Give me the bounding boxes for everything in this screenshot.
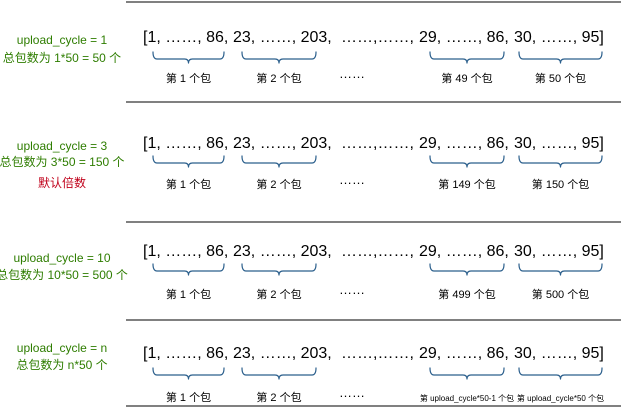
array-segment-2: 23, ……, 203, — [233, 345, 332, 362]
count-label: 总包数为 3*50 = 150 个 — [0, 154, 125, 169]
packet-label-4: 第 50 个包 — [535, 71, 586, 85]
array-segment-1: [1, ……, 86, — [143, 345, 228, 362]
packet-label-4: 第 150 个包 — [532, 177, 589, 191]
packet-label-3: 第 upload_cycle*50-1 个包 — [420, 393, 514, 403]
packet-label-2: 第 2 个包 — [256, 177, 301, 191]
packet-label-3: 第 499 个包 — [438, 287, 495, 301]
count-label: 总包数为 n*50 个 — [16, 357, 107, 372]
packet-brace-3 — [429, 263, 505, 276]
array-segment-3: ……,……, — [341, 345, 414, 362]
array-segment-3: ……,……, — [341, 135, 414, 152]
packet-brace-1 — [152, 51, 225, 64]
section-1: upload_cycle = 1 总包数为 1*50 = 50 个 [1, ……, … — [3, 29, 604, 85]
packet-label-1: 第 1 个包 — [166, 287, 211, 301]
packet-brace-4 — [518, 263, 603, 276]
array-segment-5: 30, ……, 95] — [514, 29, 604, 46]
packet-brace-2 — [241, 367, 317, 380]
packet-label-2: 第 2 个包 — [256, 287, 301, 301]
array-segment-4: 29, ……, 86, — [419, 135, 509, 152]
packet-brace-2 — [241, 155, 317, 168]
array-segment-2: 23, ……, 203, — [233, 135, 332, 152]
array-segment-1: [1, ……, 86, — [143, 243, 228, 260]
section-3: upload_cycle = 10 总包数为 10*50 = 500 个 [1, …… — [0, 243, 604, 301]
packets-ellipsis: …… — [339, 385, 365, 400]
packet-label-3: 第 49 个包 — [441, 71, 492, 85]
cycle-label: upload_cycle = 1 — [17, 33, 108, 47]
packet-brace-2 — [241, 51, 317, 64]
array-segment-3: ……,……, — [341, 29, 414, 46]
packet-brace-3 — [429, 367, 505, 380]
array-segment-2: 23, ……, 203, — [233, 29, 332, 46]
packet-brace-4 — [518, 155, 603, 168]
packet-brace-3 — [429, 51, 505, 64]
packet-brace-3 — [429, 155, 505, 168]
packet-brace-2 — [241, 263, 317, 276]
packet-brace-1 — [152, 263, 225, 276]
cycle-label: upload_cycle = 10 — [13, 251, 110, 265]
packet-brace-1 — [152, 367, 225, 380]
packet-label-4: 第 500 个包 — [532, 287, 589, 301]
array-segment-2: 23, ……, 203, — [233, 243, 332, 260]
upload-cycle-diagram: upload_cycle = 1 总包数为 1*50 = 50 个 [1, ……, … — [0, 1, 621, 407]
default-multiplier-note: 默认倍数 — [38, 175, 86, 190]
count-label: 总包数为 10*50 = 500 个 — [0, 267, 128, 282]
array-segment-4: 29, ……, 86, — [419, 29, 509, 46]
section-2: upload_cycle = 3总包数为 3*50 = 150 个默认倍数 [1,… — [0, 135, 604, 191]
section-4: upload_cycle = n 总包数为 n*50 个 [1, ……, 86, 23… — [16, 341, 604, 404]
cycle-label: upload_cycle = n — [17, 341, 107, 355]
array-segment-5: 30, ……, 95] — [514, 345, 604, 362]
packets-ellipsis: …… — [339, 66, 365, 81]
packets-ellipsis: …… — [339, 172, 365, 187]
packet-label-2: 第 2 个包 — [256, 390, 301, 404]
packet-label-3: 第 149 个包 — [438, 177, 495, 191]
packet-label-2: 第 2 个包 — [256, 71, 301, 85]
packet-label-1: 第 1 个包 — [166, 177, 211, 191]
array-segment-3: ……,……, — [341, 243, 414, 260]
array-segment-5: 30, ……, 95] — [514, 243, 604, 260]
array-segment-4: 29, ……, 86, — [419, 345, 509, 362]
cycle-label: upload_cycle = 3 — [17, 139, 108, 153]
count-label: 总包数为 1*50 = 50 个 — [3, 50, 121, 65]
array-segment-4: 29, ……, 86, — [419, 243, 509, 260]
packet-brace-1 — [152, 155, 225, 168]
array-segment-5: 30, ……, 95] — [514, 135, 604, 152]
packet-label-1: 第 1 个包 — [166, 71, 211, 85]
packet-label-1: 第 1 个包 — [166, 390, 211, 404]
array-segment-1: [1, ……, 86, — [143, 135, 228, 152]
packet-label-4: 第 upload_cycle*50 个包 — [517, 393, 604, 403]
sections: upload_cycle = 1 总包数为 1*50 = 50 个 [1, ……, … — [0, 29, 604, 404]
packets-ellipsis: …… — [339, 282, 365, 297]
packet-brace-4 — [518, 367, 603, 380]
packet-brace-4 — [518, 51, 603, 64]
array-segment-1: [1, ……, 86, — [143, 29, 228, 46]
